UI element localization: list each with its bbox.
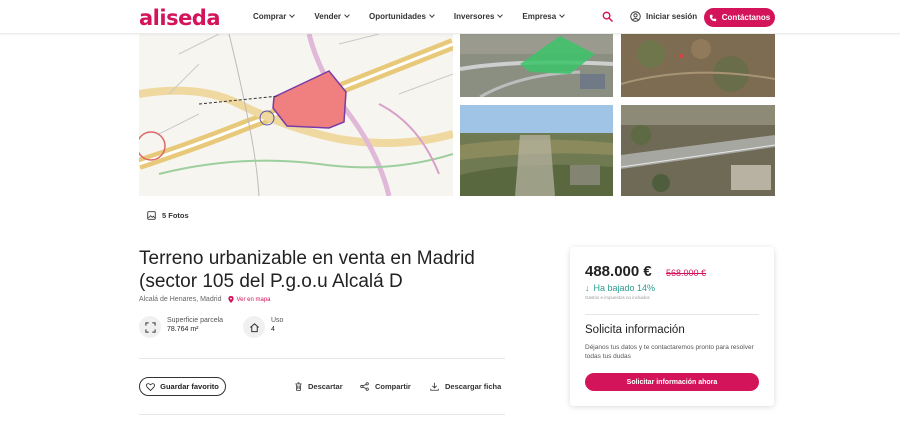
photo-aerial-landscape[interactable] [460, 105, 613, 196]
feature-use: Uso 4 [243, 316, 283, 338]
nav-label: Inversores [453, 12, 495, 21]
feature-label: Superficie parcela [167, 317, 224, 324]
login-label: Iniciar sesión [646, 12, 698, 21]
image-icon [147, 211, 156, 220]
feature-value: 78.764 m² [167, 326, 199, 333]
nav-inversores[interactable]: Inversores [453, 12, 504, 21]
main-photo-site-plan[interactable] [139, 34, 453, 196]
chevron-down-icon [559, 12, 566, 18]
save-favorite-button[interactable]: Guardar favorito [139, 377, 226, 396]
price-drop: ↓ Ha bajado 14% [585, 283, 655, 293]
feature-value: 4 [271, 326, 275, 333]
contact-button[interactable]: Contáctanos [704, 8, 775, 27]
divider [139, 414, 505, 415]
photos-count-button[interactable]: 5 Fotos [147, 211, 189, 220]
feature-label: Uso [271, 317, 284, 324]
download-icon [430, 382, 439, 391]
share-label: Compartir [375, 382, 411, 391]
site-plan-map-image [139, 34, 453, 196]
user-icon [630, 11, 641, 22]
property-title: Terreno urbanizable en venta en Madrid (… [139, 248, 475, 292]
price-drop-label: Ha bajado 14% [593, 283, 656, 293]
trash-icon [295, 382, 302, 391]
photo-satellite-terrain[interactable] [621, 34, 775, 97]
chevron-down-icon [344, 12, 350, 18]
map-pin-icon [227, 296, 234, 303]
share-button[interactable]: Compartir [360, 382, 411, 391]
property-location: Alcalá de Henares, Madrid Ver en mapa [139, 296, 271, 303]
site-header: aliseda Comprar Vender Oportunidades Inv… [0, 0, 900, 34]
photo-gallery [139, 34, 775, 196]
view-map-link[interactable]: Ver en mapa [227, 296, 271, 303]
area-icon [139, 316, 161, 338]
aerial-highway-image [621, 105, 775, 196]
photos-count-label: 5 Fotos [162, 211, 189, 220]
price-card: 488.000 € 568.000 € ↓ Ha bajado 14% Gast… [570, 247, 774, 406]
heart-icon [146, 382, 156, 391]
photo-aerial-highway[interactable] [621, 105, 775, 196]
nav-label: Empresa [522, 12, 557, 21]
favorite-label: Guardar favorito [160, 382, 219, 391]
nav-label: Vender [314, 12, 342, 21]
nav-empresa[interactable]: Empresa [522, 12, 566, 21]
nav-label: Oportunidades [369, 12, 426, 21]
nav-comprar[interactable]: Comprar [253, 12, 296, 21]
discard-button[interactable]: Descartar [295, 382, 343, 391]
chevron-down-icon [497, 12, 504, 18]
card-divider [585, 314, 759, 315]
home-icon [243, 316, 265, 338]
feature-area-text: Superficie parcela 78.764 m² [167, 316, 223, 334]
nav-vender[interactable]: Vender [314, 12, 350, 21]
arrow-down-icon: ↓ [585, 283, 590, 293]
old-price: 568.000 € [666, 268, 707, 278]
feature-area: Superficie parcela 78.764 m² [139, 316, 223, 338]
satellite-photo-image [621, 34, 775, 97]
location-text: Alcalá de Henares, Madrid [139, 296, 222, 303]
download-sheet-button[interactable]: Descargar ficha [430, 382, 501, 391]
aliseda-logo[interactable]: aliseda [139, 6, 221, 30]
divider [139, 358, 505, 359]
info-title: Solicita información [585, 324, 685, 336]
aerial-landscape-image [460, 105, 613, 196]
discard-label: Descartar [308, 382, 343, 391]
nav-oportunidades[interactable]: Oportunidades [369, 12, 435, 21]
login-link[interactable]: Iniciar sesión [630, 11, 697, 22]
current-price: 488.000 € [585, 263, 652, 280]
phone-icon [709, 14, 716, 21]
chevron-down-icon [289, 12, 296, 18]
chevron-down-icon [429, 12, 435, 18]
share-icon [360, 382, 369, 391]
tax-note: Gastos e impuestos no incluidos [585, 295, 650, 300]
info-text: Déjanos tus datos y te contactaremos pro… [585, 344, 754, 360]
aerial-photo-image [460, 34, 613, 97]
map-link-label: Ver en mapa [236, 296, 271, 303]
feature-use-text: Uso 4 [271, 316, 283, 334]
nav-label: Comprar [253, 12, 287, 21]
request-info-button[interactable]: Solicitar información ahora [585, 373, 759, 391]
main-nav: Comprar Vender Oportunidades Inversores … [253, 12, 584, 21]
search-icon[interactable] [602, 11, 613, 22]
photo-aerial-green-plot[interactable] [460, 34, 613, 97]
download-label: Descargar ficha [445, 382, 502, 391]
contact-label: Contáctanos [721, 13, 771, 22]
